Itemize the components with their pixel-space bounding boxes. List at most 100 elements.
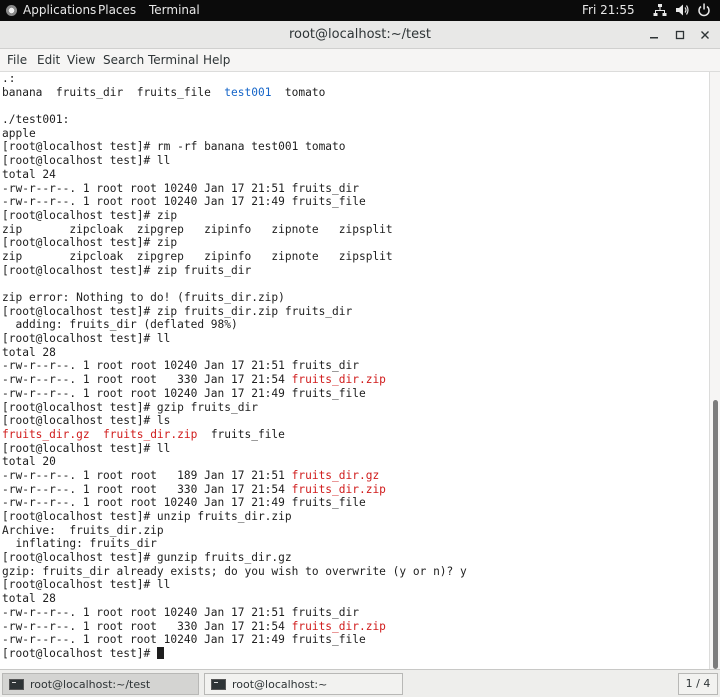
archive-file-name: fruits_dir.gz [2,427,90,441]
terminal-text: total 20 [2,455,56,469]
terminal-line: [root@localhost test]# ls [2,414,467,428]
terminal-line: [root@localhost test]# gzip fruits_dir [2,401,467,415]
terminal-text: inflating: fruits_dir [2,537,157,551]
menu-help[interactable]: Help [203,53,230,67]
terminal-text: Archive: fruits_dir.zip [2,523,164,537]
terminal-line: [root@localhost test]# ll [2,442,467,456]
terminal-text: [root@localhost test]# [2,646,157,660]
terminal-text: zip error: Nothing to do! (fruits_dir.zi… [2,291,285,304]
taskbar-window-home[interactable]: root@localhost:~ [204,673,403,695]
terminal-text: [root@localhost test]# ll [2,332,171,346]
menu-view[interactable]: View [67,53,95,67]
terminal-line: -rw-r--r--. 1 root root 10240 Jan 17 21:… [2,387,467,401]
terminal-text: [root@localhost test]# zip [2,236,178,250]
menu-search[interactable]: Search [103,53,144,67]
terminal-text: -rw-r--r--. 1 root root 10240 Jan 17 21:… [2,496,366,510]
terminal-lines: .: banana fruits_dir fruits_file test001 … [2,72,467,661]
terminal-line: -rw-r--r--. 1 root root 10240 Jan 17 21:… [2,496,467,510]
terminal-text: -rw-r--r--. 1 root root 10240 Jan 17 21:… [2,386,366,400]
applications-label: Applications [23,3,97,17]
taskbar-window-test[interactable]: root@localhost:~/test [2,673,199,695]
terminal-line: [root@localhost test]# zip [2,209,467,223]
terminal-line: total 20 [2,455,467,469]
terminal-line: [root@localhost test]# gunzip fruits_dir… [2,551,467,565]
terminal-app-menu[interactable]: Terminal [149,3,200,17]
terminal-output[interactable]: .: banana fruits_dir fruits_file test001 … [0,72,709,669]
archive-file-name: fruits_dir.zip [291,482,386,496]
terminal-line: inflating: fruits_dir [2,537,467,551]
taskbar-window-label: root@localhost:~ [232,677,328,691]
terminal-line: -rw-r--r--. 1 root root 10240 Jan 17 21:… [2,195,467,209]
terminal-line: -rw-r--r--. 1 root root 10240 Jan 17 21:… [2,359,467,373]
terminal-line: adding: fruits_dir (deflated 98%) [2,318,467,332]
gnome-foot-icon [6,4,17,16]
terminal-line: ./test001: [2,113,467,127]
power-icon[interactable] [697,3,711,17]
terminal-text: [root@localhost test]# ll [2,578,171,592]
top-panel: Applications Places Terminal Fri 21:55 [0,0,720,21]
volume-icon[interactable] [675,3,689,17]
terminal-icon [9,678,24,690]
terminal-cursor [156,646,164,659]
minimize-button[interactable] [644,25,664,45]
terminal-text: .: [2,72,16,85]
terminal-text: fruits_file [197,427,285,441]
minimize-icon [650,37,658,39]
terminal-text: -rw-r--r--. 1 root root 10240 Jan 17 21:… [2,195,366,209]
window-title: root@localhost:~/test [288,27,432,42]
terminal-text: total 28 [2,592,56,606]
terminal-line: gzip: fruits_dir already exists; do you … [2,565,467,579]
network-icon[interactable] [653,3,667,17]
terminal-line: -rw-r--r--. 1 root root 330 Jan 17 21:54… [2,483,467,497]
terminal-line [2,99,467,113]
terminal-text: [root@localhost test]# rm -rf banana tes… [2,140,346,154]
terminal-line: [root@localhost test]# zip fruits_dir [2,264,467,278]
terminal-text: [root@localhost test]# gunzip fruits_dir… [2,551,292,565]
terminal-text: [root@localhost test]# ll [2,441,171,455]
menubar: File Edit View Search Terminal Help [0,49,720,72]
close-button[interactable] [695,25,715,45]
menu-file[interactable]: File [7,53,27,67]
archive-file-name: fruits_dir.zip [291,373,386,387]
archive-file-name: fruits_dir.gz [291,468,380,482]
terminal-text: -rw-r--r--. 1 root root 330 Jan 17 21:54 [2,619,292,633]
terminal-line: -rw-r--r--. 1 root root 10240 Jan 17 21:… [2,606,467,620]
terminal-icon [211,678,226,690]
terminal-text: tomato [271,85,326,99]
scrollbar[interactable] [709,72,720,669]
terminal-text: zip zipcloak zipgrep zipinfo zipnote zip… [2,249,393,263]
terminal-text: -rw-r--r--. 1 root root 189 Jan 17 21:51 [2,468,292,482]
menu-edit[interactable]: Edit [37,53,60,67]
directory-name: test001 [224,85,272,99]
terminal-line: -rw-r--r--. 1 root root 330 Jan 17 21:54… [2,620,467,634]
menu-terminal[interactable]: Terminal [148,53,199,67]
terminal-line: -rw-r--r--. 1 root root 189 Jan 17 21:51… [2,469,467,483]
workspace-switcher[interactable]: 1 / 4 [678,673,718,695]
scrollbar-thumb[interactable] [713,400,718,669]
terminal-line: [root@localhost test]# unzip fruits_dir.… [2,510,467,524]
window-titlebar[interactable]: root@localhost:~/test [0,21,720,49]
applications-menu[interactable]: Applications [6,3,96,17]
terminal-line: Archive: fruits_dir.zip [2,524,467,538]
terminal-text: [root@localhost test]# unzip fruits_dir.… [2,510,292,523]
terminal-line: -rw-r--r--. 1 root root 10240 Jan 17 21:… [2,633,467,647]
places-menu[interactable]: Places [98,3,136,17]
terminal-text: total 28 [2,345,56,359]
terminal-text: ./test001: [2,113,70,127]
archive-file-name: fruits_dir.zip [103,427,198,441]
clock[interactable]: Fri 21:55 [582,3,635,17]
terminal-text: banana fruits_dir fruits_file [2,85,225,99]
terminal-line: total 24 [2,168,467,182]
terminal-line: zip error: Nothing to do! (fruits_dir.zi… [2,291,467,305]
terminal-text: -rw-r--r--. 1 root root 330 Jan 17 21:54 [2,482,292,496]
terminal-text: adding: fruits_dir (deflated 98%) [2,318,238,332]
close-icon [701,31,709,39]
archive-file-name: fruits_dir.zip [291,619,386,633]
terminal-text: -rw-r--r--. 1 root root 10240 Jan 17 21:… [2,605,359,619]
terminal-text: -rw-r--r--. 1 root root 330 Jan 17 21:54 [2,373,292,387]
maximize-button[interactable] [670,25,690,45]
terminal-line: [root@localhost test]# zip [2,236,467,250]
